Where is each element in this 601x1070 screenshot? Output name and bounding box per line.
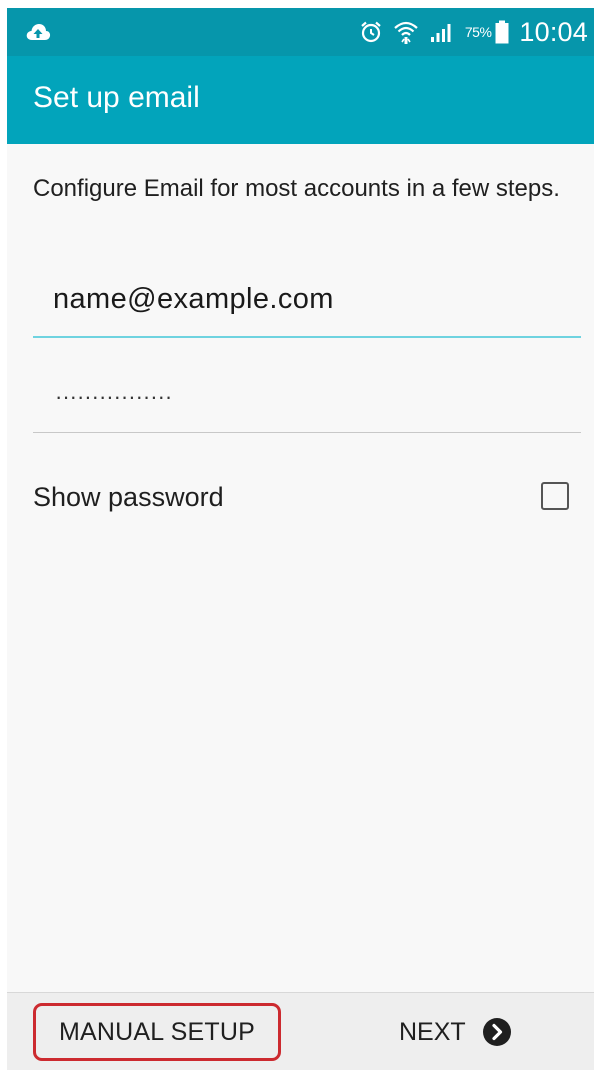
chevron-right-circle-icon [482,1017,512,1047]
intro-text: Configure Email for most accounts in a f… [33,175,560,202]
alarm-icon [359,20,383,44]
battery-icon [495,20,509,44]
wifi-icon [393,19,419,45]
status-bar: 75% 10:04 [7,8,594,56]
password-field[interactable]: ················ [33,368,581,433]
password-input-value[interactable]: ················ [55,384,172,410]
phone-screen: 75% 10:04 Set up email Configure Email f… [7,8,594,1070]
next-button[interactable]: NEXT [399,1003,512,1061]
show-password-checkbox[interactable] [541,482,569,510]
manual-setup-button[interactable]: MANUAL SETUP [33,1003,281,1061]
signal-icon [429,21,455,43]
email-input-value[interactable]: name@example.com [53,283,334,316]
status-time: 10:04 [519,16,588,47]
next-label: NEXT [399,1017,466,1046]
show-password-row[interactable]: Show password [33,470,569,526]
manual-setup-label: MANUAL SETUP [59,1017,255,1046]
bottom-action-bar: MANUAL SETUP NEXT [7,992,594,1070]
page-title: Set up email [33,81,200,114]
show-password-label: Show password [33,482,224,512]
email-field[interactable]: name@example.com [33,270,581,338]
status-icons: 75% 10:04 [359,8,588,56]
battery-percent: 75% [464,24,492,40]
app-bar: Set up email [7,56,594,144]
cloud-upload-icon [25,21,51,43]
